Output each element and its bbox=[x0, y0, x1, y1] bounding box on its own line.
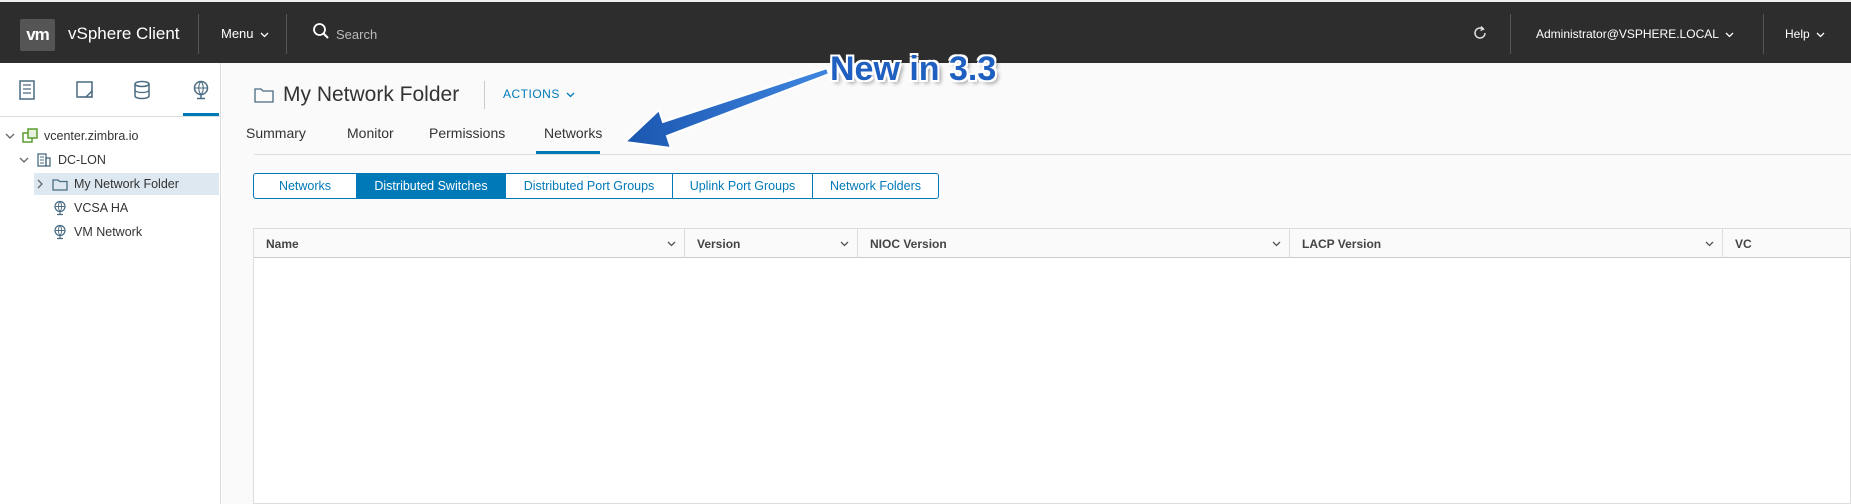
chevron-down-icon[interactable] bbox=[4, 130, 16, 142]
tree-item-vm-network[interactable]: VM Network bbox=[52, 221, 220, 243]
menu-dropdown[interactable]: Menu bbox=[221, 26, 269, 41]
menu-label: Menu bbox=[221, 26, 254, 41]
storage-icon bbox=[134, 80, 150, 100]
active-tab-indicator bbox=[183, 113, 219, 116]
chevron-down-icon[interactable] bbox=[1272, 239, 1281, 248]
hosts-clusters-icon bbox=[19, 80, 35, 100]
column-label: VC bbox=[1735, 236, 1752, 251]
grid-header: Name Version NIOC Version LACP Version V… bbox=[254, 229, 1850, 258]
chevron-down-icon[interactable] bbox=[1705, 239, 1714, 248]
chevron-down-icon[interactable] bbox=[18, 154, 30, 166]
title-divider bbox=[484, 81, 485, 109]
actions-label: ACTIONS bbox=[503, 87, 560, 101]
user-label: Administrator@VSPHERE.LOCAL bbox=[1536, 27, 1719, 41]
segment-networks[interactable]: Networks bbox=[253, 173, 357, 199]
user-menu[interactable]: Administrator@VSPHERE.LOCAL bbox=[1536, 27, 1734, 41]
segment-distributed-port-groups[interactable]: Distributed Port Groups bbox=[505, 173, 673, 199]
header-divider bbox=[1763, 14, 1764, 54]
network-icon bbox=[52, 224, 68, 240]
header-divider bbox=[286, 14, 287, 54]
chevron-down-icon bbox=[1816, 32, 1825, 38]
column-label: LACP Version bbox=[1302, 236, 1382, 251]
header-divider bbox=[1510, 14, 1511, 54]
tree-item-label: vcenter.zimbra.io bbox=[44, 129, 139, 143]
tree-item-label: VM Network bbox=[74, 225, 143, 239]
actions-dropdown[interactable]: ACTIONS bbox=[503, 87, 575, 101]
column-header-vc[interactable]: VC bbox=[1723, 229, 1851, 258]
chevron-down-icon bbox=[566, 92, 575, 98]
chevron-right-icon[interactable] bbox=[34, 178, 46, 190]
vmware-logo[interactable]: vm bbox=[20, 19, 55, 51]
folder-icon bbox=[52, 176, 68, 192]
search-input[interactable]: Search bbox=[336, 27, 377, 42]
chevron-down-icon[interactable] bbox=[840, 239, 849, 248]
segment-distributed-switches[interactable]: Distributed Switches bbox=[356, 173, 506, 199]
segment-uplink-port-groups[interactable]: Uplink Port Groups bbox=[672, 173, 813, 199]
network-type-selector: Networks Distributed Switches Distribute… bbox=[253, 173, 939, 199]
datacenter-icon bbox=[36, 152, 52, 168]
tree-item-vcenter[interactable]: vcenter.zimbra.io bbox=[4, 125, 220, 147]
search-icon[interactable] bbox=[312, 22, 330, 40]
tabs-divider bbox=[254, 154, 1851, 155]
column-header-lacp-version[interactable]: LACP Version bbox=[1290, 229, 1723, 258]
column-label: Name bbox=[266, 236, 299, 251]
tab-monitor[interactable]: Monitor bbox=[347, 125, 394, 141]
segment-network-folders[interactable]: Network Folders bbox=[812, 173, 939, 199]
column-header-nioc-version[interactable]: NIOC Version bbox=[858, 229, 1290, 258]
tree-item-vcsa-ha[interactable]: VCSA HA bbox=[52, 197, 220, 219]
networking-icon bbox=[193, 80, 209, 100]
chevron-down-icon bbox=[260, 32, 269, 37]
tab-summary[interactable]: Summary bbox=[246, 125, 306, 141]
tab-storage[interactable] bbox=[128, 76, 156, 104]
distributed-switches-grid: Name Version NIOC Version LACP Version V… bbox=[253, 228, 1851, 504]
column-header-version[interactable]: Version bbox=[685, 229, 858, 258]
vcenter-icon bbox=[22, 128, 38, 144]
vms-templates-icon bbox=[76, 81, 93, 98]
header-divider bbox=[198, 14, 199, 54]
app-title[interactable]: vSphere Client bbox=[68, 24, 180, 44]
page-title: My Network Folder bbox=[283, 83, 460, 106]
chevron-down-icon[interactable] bbox=[667, 239, 676, 248]
column-label: Version bbox=[697, 236, 741, 251]
help-menu[interactable]: Help bbox=[1785, 27, 1825, 41]
tab-networking[interactable] bbox=[187, 76, 215, 104]
navigator-tabs bbox=[0, 63, 221, 117]
annotation-label: New in 3.3 bbox=[830, 50, 997, 88]
column-header-name[interactable]: Name bbox=[254, 229, 685, 258]
vsphere-window: vm vSphere Client Menu Search Administra… bbox=[0, 0, 1851, 504]
tree-item-label: VCSA HA bbox=[74, 201, 129, 215]
tree-item-network-folder[interactable]: My Network Folder bbox=[34, 173, 219, 195]
tab-vms-templates[interactable] bbox=[71, 76, 99, 104]
tab-networks[interactable]: Networks bbox=[544, 125, 602, 141]
folder-icon bbox=[254, 88, 274, 103]
help-label: Help bbox=[1785, 27, 1810, 41]
refresh-icon[interactable] bbox=[1471, 24, 1489, 42]
network-icon bbox=[52, 200, 68, 216]
chevron-down-icon bbox=[1725, 32, 1734, 38]
annotation-arrow bbox=[622, 66, 830, 150]
main-content: My Network Folder ACTIONS Summary Monito… bbox=[222, 63, 1851, 504]
tree-item-datacenter[interactable]: DC-LON bbox=[18, 149, 220, 171]
navigator-sidebar: vcenter.zimbra.io DC-LON My Network Fold… bbox=[0, 63, 221, 504]
tree-item-label: DC-LON bbox=[58, 153, 106, 167]
column-label: NIOC Version bbox=[870, 236, 947, 251]
tab-permissions[interactable]: Permissions bbox=[429, 125, 505, 141]
tab-hosts-clusters[interactable] bbox=[13, 76, 41, 104]
tree-item-label: My Network Folder bbox=[74, 177, 179, 191]
